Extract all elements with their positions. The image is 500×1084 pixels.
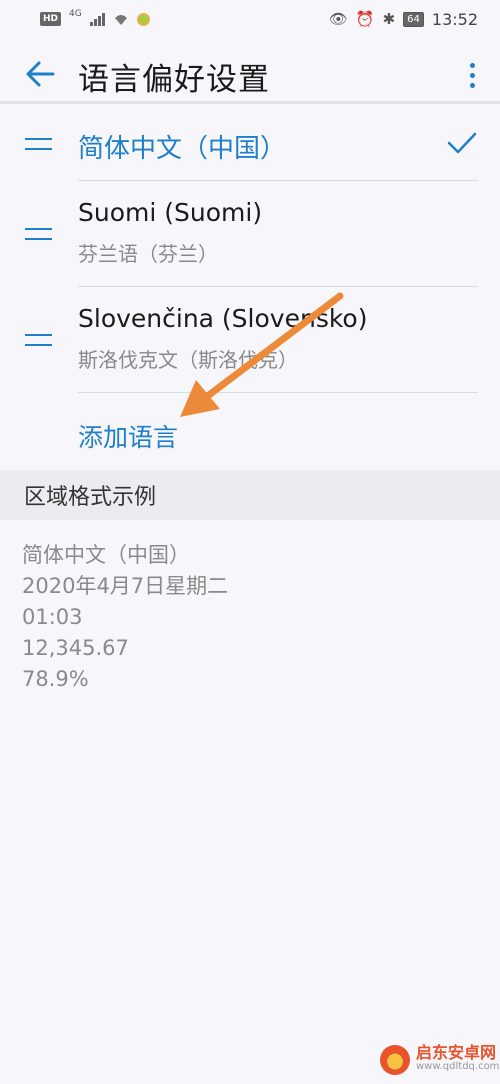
section-header-regional-format: 区域格式示例 (0, 470, 500, 520)
format-example-number: 12,345.67 (22, 636, 129, 660)
status-bar-left: HD 4G (40, 9, 150, 26)
language-item[interactable]: Suomi (Suomi) 芬兰语（芬兰） (0, 181, 500, 287)
battery-icon: 64 (403, 11, 424, 27)
divider (78, 392, 478, 393)
watermark-logo-icon (380, 1045, 410, 1075)
language-name: Slovenčina (Slovensko) (78, 304, 368, 333)
page-title: 语言偏好设置 (78, 62, 270, 98)
format-example-time: 01:03 (22, 605, 83, 629)
format-example-locale: 简体中文（中国） (22, 543, 190, 567)
hd-badge: HD (40, 12, 62, 26)
add-language-button[interactable]: 添加语言 (78, 418, 178, 454)
regional-format-examples: 简体中文（中国） 2020年4月7日星期二 01:03 12,345.67 78… (22, 540, 228, 695)
checkmark-icon (447, 132, 477, 154)
app-notification-icon (136, 12, 150, 26)
watermark-url: www.qdltdq.com (416, 1061, 500, 1072)
signal-icon (89, 12, 105, 26)
header-divider (0, 101, 500, 104)
language-item[interactable]: Slovenčina (Slovensko) 斯洛伐克文（斯洛伐克） (0, 287, 500, 393)
bluetooth-icon: ✱ (382, 10, 396, 28)
eye-comfort-icon: 👁 (328, 10, 348, 28)
network-type-label: 4G (69, 9, 82, 19)
status-bar: HD 4G 👁 ⏰ ✱ 64 13:52 (0, 0, 500, 38)
language-name: 简体中文（中国） (78, 134, 287, 164)
language-subtitle: 斯洛伐克文（斯洛伐克） (78, 348, 298, 372)
more-dot (469, 72, 475, 78)
clock: 13:52 (431, 9, 478, 29)
watermark-title: 启东安卓网 (416, 1043, 497, 1062)
back-button[interactable] (20, 54, 60, 94)
more-dot (469, 82, 475, 88)
language-subtitle: 芬兰语（芬兰） (78, 242, 218, 266)
drag-handle-icon[interactable] (25, 138, 52, 150)
app-header: 语言偏好设置 (0, 38, 500, 108)
language-list: 简体中文（中国） Suomi (Suomi) 芬兰语（芬兰） Slovenčin… (0, 108, 500, 393)
arrow-left-icon (26, 61, 55, 87)
watermark: 启东安卓网 www.qdltdq.com (380, 1045, 499, 1075)
alarm-icon: ⏰ (355, 10, 375, 28)
more-options-button[interactable] (460, 56, 484, 94)
more-dot (469, 62, 475, 68)
format-example-date: 2020年4月7日星期二 (22, 574, 229, 598)
watermark-text: 启东安卓网 www.qdltdq.com (416, 1043, 500, 1074)
drag-handle-icon[interactable] (25, 228, 52, 240)
status-bar-right: 👁 ⏰ ✱ 64 13:52 (329, 10, 478, 29)
language-name: Suomi (Suomi) (78, 198, 263, 227)
language-item[interactable]: 简体中文（中国） (0, 108, 500, 181)
wifi-icon (114, 14, 127, 25)
drag-handle-icon[interactable] (25, 334, 52, 346)
format-example-percent: 78.9% (22, 667, 89, 691)
